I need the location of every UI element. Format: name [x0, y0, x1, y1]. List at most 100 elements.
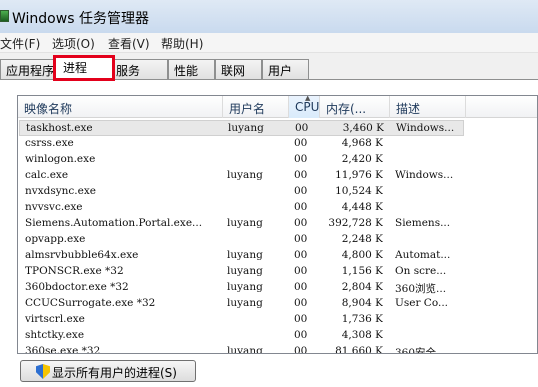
menu-file[interactable]: 文件(F) — [0, 35, 40, 52]
process-name-cell: winlogon.exe — [25, 153, 96, 165]
tab-processes[interactable]: 进程 — [53, 55, 115, 81]
process-row[interactable]: 360se.exe *32 luyang 00 81,660 K 360安全... — [19, 344, 464, 354]
process-description-cell — [395, 137, 465, 152]
process-user-cell: luyang — [227, 297, 263, 309]
tab-services[interactable]: 服务 — [110, 59, 168, 79]
process-memory-cell: 2,804 K — [341, 281, 383, 293]
column-memory[interactable]: 内存(... — [320, 96, 390, 118]
process-row[interactable]: opvapp.exe 00 2,248 K — [19, 232, 464, 248]
process-list[interactable]: 映像名称 用户名 CPU 内存(... 描述 ▲ taskhost.exe luy… — [17, 95, 538, 354]
uac-shield-icon — [36, 364, 50, 379]
process-memory-cell: 81,660 K — [335, 345, 383, 354]
process-row[interactable]: shtctky.exe 00 4,308 K — [19, 328, 464, 344]
process-name-cell: 360bdoctor.exe *32 — [25, 281, 129, 293]
process-user-cell: luyang — [227, 345, 263, 354]
process-cpu-cell: 00 — [294, 137, 308, 149]
process-user-cell: luyang — [227, 265, 263, 277]
process-cpu-cell: 00 — [294, 153, 308, 165]
show-all-users-button[interactable]: 显示所有用户的进程(S) — [20, 360, 196, 382]
process-name-cell: opvapp.exe — [25, 233, 86, 245]
show-all-users-label: 显示所有用户的进程(S) — [52, 366, 177, 380]
column-description[interactable]: 描述 — [390, 96, 466, 118]
process-name-cell: calc.exe — [25, 169, 69, 181]
tab-performance[interactable]: 性能 — [168, 59, 215, 79]
process-cpu-cell: 00 — [294, 201, 308, 213]
process-user-cell: luyang — [227, 217, 263, 229]
process-user-cell — [227, 185, 289, 200]
process-row[interactable]: calc.exe luyang 00 11,976 K Windows... — [19, 168, 464, 184]
process-name-cell: TPONSCR.exe *32 — [25, 265, 124, 277]
tab-networking[interactable]: 联网 — [215, 59, 262, 79]
process-cpu-cell: 00 — [294, 281, 308, 293]
process-memory-cell: 392,728 K — [328, 217, 383, 229]
process-cpu-cell: 00 — [294, 233, 308, 245]
process-memory-cell: 2,420 K — [341, 153, 383, 165]
process-user-cell: luyang — [228, 122, 264, 134]
process-user-cell — [227, 153, 289, 168]
process-description-cell: Windows... — [395, 169, 454, 181]
process-row[interactable]: CCUCSurrogate.exe *32 luyang 00 8,904 K User… — [19, 296, 464, 312]
process-name-cell: shtctky.exe — [25, 329, 85, 341]
process-cpu-cell: 00 — [294, 169, 308, 181]
process-user-cell — [227, 201, 289, 216]
process-memory-cell: 1,736 K — [341, 313, 383, 325]
menu-view[interactable]: 查看(V) — [108, 35, 150, 52]
process-memory-cell: 4,800 K — [341, 249, 383, 261]
process-row[interactable]: winlogon.exe 00 2,420 K — [19, 152, 464, 168]
process-cpu-cell: 00 — [294, 265, 308, 277]
process-name-cell: csrss.exe — [25, 137, 74, 149]
column-header-row: 映像名称 用户名 CPU 内存(... 描述 ▲ — [18, 95, 537, 118]
process-memory-cell: 4,968 K — [341, 137, 383, 149]
process-description-cell — [395, 185, 465, 200]
process-user-cell: luyang — [227, 281, 263, 293]
process-row[interactable]: TPONSCR.exe *32 luyang 00 1,156 K On scre... — [19, 264, 464, 280]
process-cpu-cell: 00 — [294, 249, 308, 261]
process-row[interactable]: csrss.exe 00 4,968 K — [19, 136, 464, 152]
menu-bar: 文件(F) 选项(O) 查看(V) 帮助(H) — [0, 33, 538, 53]
task-manager-icon — [0, 10, 9, 22]
process-cpu-cell: 00 — [294, 185, 308, 197]
process-row[interactable]: nvxdsync.exe 00 10,524 K — [19, 184, 464, 200]
process-memory-cell: 11,976 K — [335, 169, 383, 181]
column-user-name[interactable]: 用户名 — [223, 96, 289, 118]
process-name-cell: taskhost.exe — [26, 122, 93, 134]
column-image-name[interactable]: 映像名称 — [18, 96, 223, 118]
sort-arrow-icon: ▲ — [305, 95, 311, 102]
process-cpu-cell: 00 — [294, 313, 308, 325]
process-description-cell: Siemens... — [395, 217, 451, 229]
process-description-cell — [395, 313, 465, 328]
tab-strip: 应用程序 进程 服务 性能 联网 用户 — [0, 55, 538, 81]
process-name-cell: Siemens.Automation.Portal.exe... — [25, 217, 203, 229]
process-description-cell: Windows... — [396, 122, 455, 134]
process-memory-cell: 4,448 K — [341, 201, 383, 213]
process-name-cell: nvvsvc.exe — [25, 201, 83, 213]
process-row[interactable]: taskhost.exe luyang 00 3,460 K Windows... — [19, 120, 464, 136]
tab-applications[interactable]: 应用程序 — [0, 59, 55, 79]
tab-users[interactable]: 用户 — [262, 59, 309, 79]
process-cpu-cell: 00 — [294, 329, 308, 341]
process-description-cell — [395, 329, 465, 344]
process-name-cell: almsrvbubble64x.exe — [25, 249, 139, 261]
process-row[interactable]: almsrvbubble64x.exe luyang 00 4,800 K Automa… — [19, 248, 464, 264]
process-memory-cell: 3,460 K — [342, 122, 384, 134]
process-name-cell: 360se.exe *32 — [25, 345, 101, 354]
process-memory-cell: 4,308 K — [341, 329, 383, 341]
process-cpu-cell: 00 — [294, 217, 308, 229]
process-row[interactable]: nvvsvc.exe 00 4,448 K — [19, 200, 464, 216]
menu-options[interactable]: 选项(O) — [52, 35, 95, 52]
process-description-cell: User Co... — [395, 297, 448, 309]
process-user-cell — [227, 329, 289, 344]
process-user-cell — [227, 233, 289, 248]
process-row[interactable]: 360bdoctor.exe *32 luyang 00 2,804 K 360浏览..… — [19, 280, 464, 296]
process-name-cell: nvxdsync.exe — [25, 185, 96, 197]
process-cpu-cell: 00 — [295, 122, 309, 134]
process-description-cell — [395, 153, 465, 168]
process-user-cell: luyang — [227, 249, 263, 261]
process-description-cell: 360浏览... — [395, 283, 447, 295]
process-row[interactable]: virtscrl.exe 00 1,736 K — [19, 312, 464, 328]
process-user-cell — [227, 137, 289, 152]
menu-help[interactable]: 帮助(H) — [161, 35, 203, 52]
process-name-cell: virtscrl.exe — [25, 313, 85, 325]
process-memory-cell: 8,904 K — [341, 297, 383, 309]
process-row[interactable]: Siemens.Automation.Portal.exe... luyang 00… — [19, 216, 464, 232]
